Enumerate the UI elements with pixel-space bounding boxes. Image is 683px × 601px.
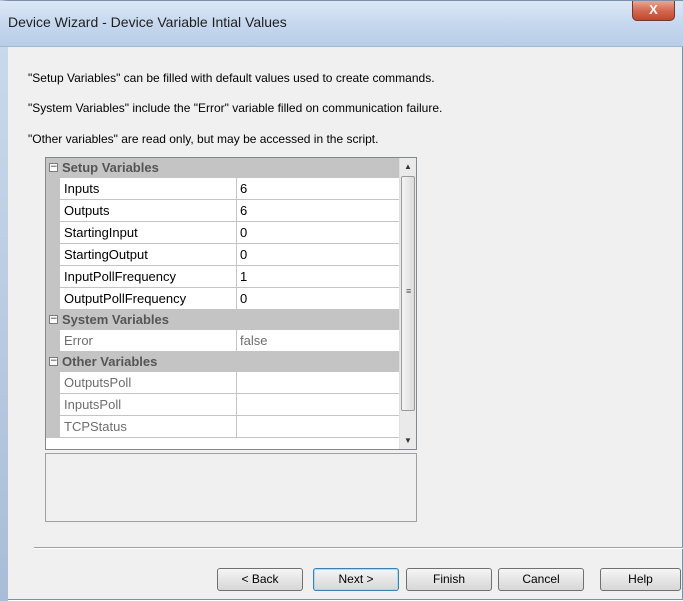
property-row-outputs[interactable]: Outputs 6 (46, 200, 399, 222)
grip-icon: ≡ (406, 286, 412, 296)
property-row-input-poll-frequency[interactable]: InputPollFrequency 1 (46, 266, 399, 288)
collapse-icon[interactable]: − (49, 315, 58, 324)
info-text-system: "System Variables" include the "Error" v… (28, 101, 443, 115)
property-row-output-poll-frequency[interactable]: OutputPollFrequency 0 (46, 288, 399, 310)
property-value-field[interactable]: 6 (237, 200, 399, 222)
property-name: Inputs (60, 178, 237, 200)
back-button[interactable]: < Back (217, 568, 303, 591)
property-name: Error (60, 330, 237, 352)
row-gutter (46, 244, 60, 266)
finish-button[interactable]: Finish (406, 568, 492, 591)
property-row-tcp-status[interactable]: TCPStatus (46, 416, 399, 438)
property-name: TCPStatus (60, 416, 237, 438)
down-arrow-icon[interactable]: ▼ (400, 432, 416, 449)
property-name: OutputsPoll (60, 372, 237, 394)
button-separator (34, 547, 683, 549)
category-label: System Variables (62, 312, 169, 327)
cancel-button[interactable]: Cancel (498, 568, 584, 591)
help-button[interactable]: Help (600, 568, 681, 591)
row-gutter (46, 222, 60, 244)
property-value-field (237, 394, 399, 416)
device-wizard-window: Device Wizard - Device Variable Intial V… (0, 0, 683, 601)
property-value-field[interactable]: false (237, 330, 399, 352)
collapse-icon[interactable]: − (49, 357, 58, 366)
property-row-starting-input[interactable]: StartingInput 0 (46, 222, 399, 244)
row-gutter (46, 394, 60, 416)
property-row-inputs-poll[interactable]: InputsPoll (46, 394, 399, 416)
category-system-variables[interactable]: − System Variables (46, 310, 399, 330)
property-grid-rows: − Setup Variables Inputs 6 Outputs 6 Sta… (46, 158, 399, 438)
property-name: Outputs (60, 200, 237, 222)
property-value-field[interactable]: 6 (237, 178, 399, 200)
category-label: Other Variables (62, 354, 158, 369)
property-row-inputs[interactable]: Inputs 6 (46, 178, 399, 200)
info-text-other: "Other variables" are read only, but may… (28, 132, 379, 146)
property-row-starting-output[interactable]: StartingOutput 0 (46, 244, 399, 266)
property-value-field[interactable]: 0 (237, 222, 399, 244)
property-row-error[interactable]: Error false (46, 330, 399, 352)
property-name: InputsPoll (60, 394, 237, 416)
close-button[interactable]: X (632, 1, 675, 21)
property-value-field[interactable]: 0 (237, 288, 399, 310)
property-value-field[interactable]: 1 (237, 266, 399, 288)
property-value-field[interactable]: 0 (237, 244, 399, 266)
vertical-scrollbar[interactable]: ▲ ≡ ▼ (399, 158, 416, 449)
row-gutter (46, 330, 60, 352)
property-name: OutputPollFrequency (60, 288, 237, 310)
property-value-field (237, 416, 399, 438)
next-button[interactable]: Next > (313, 568, 399, 591)
row-gutter (46, 288, 60, 310)
window-title: Device Wizard - Device Variable Intial V… (8, 14, 287, 30)
row-gutter (46, 200, 60, 222)
row-gutter (46, 178, 60, 200)
info-text-setup: "Setup Variables" can be filled with def… (28, 71, 435, 85)
row-gutter (46, 372, 60, 394)
property-name: StartingInput (60, 222, 237, 244)
property-name: InputPollFrequency (60, 266, 237, 288)
property-name: StartingOutput (60, 244, 237, 266)
description-panel (45, 453, 417, 522)
scrollbar-thumb[interactable]: ≡ (401, 176, 415, 411)
title-bar[interactable]: Device Wizard - Device Variable Intial V… (0, 1, 683, 47)
category-label: Setup Variables (62, 160, 159, 175)
property-grid: − Setup Variables Inputs 6 Outputs 6 Sta… (45, 157, 417, 450)
up-arrow-icon[interactable]: ▲ (400, 158, 416, 175)
collapse-icon[interactable]: − (49, 163, 58, 172)
category-other-variables[interactable]: − Other Variables (46, 352, 399, 372)
property-value-field (237, 372, 399, 394)
wizard-content: "Setup Variables" can be filled with def… (14, 47, 683, 599)
close-icon: X (649, 2, 658, 17)
row-gutter (46, 416, 60, 438)
category-setup-variables[interactable]: − Setup Variables (46, 158, 399, 178)
property-row-outputs-poll[interactable]: OutputsPoll (46, 372, 399, 394)
row-gutter (46, 266, 60, 288)
